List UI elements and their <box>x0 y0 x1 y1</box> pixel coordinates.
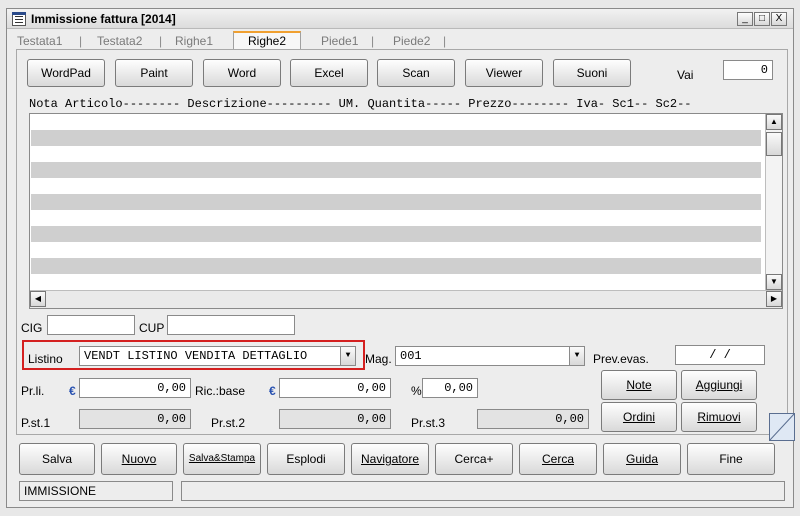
rows-grid[interactable]: ▲ ▼ ◀ ▶ <box>29 113 783 309</box>
rimuovi-button[interactable]: Rimuovi <box>681 402 757 432</box>
prli-input[interactable]: 0,00 <box>79 378 191 398</box>
prst2-field: 0,00 <box>279 409 391 429</box>
window-title: Immissione fattura [2014] <box>31 12 176 26</box>
chevron-down-icon[interactable]: ▼ <box>569 347 584 365</box>
listino-label: Listino <box>28 352 63 366</box>
prst3-field: 0,00 <box>477 409 589 429</box>
scroll-up-icon[interactable]: ▲ <box>766 114 782 130</box>
percent-label: % <box>411 384 422 398</box>
tab-separator: | <box>443 34 447 48</box>
close-icon[interactable]: X <box>771 12 787 26</box>
title-bar: Immissione fattura [2014] _ □ X <box>7 9 793 29</box>
chevron-down-icon[interactable]: ▼ <box>340 347 355 365</box>
tab-separator: | <box>371 34 375 48</box>
esplodi-button[interactable]: Esplodi <box>267 443 345 475</box>
tab-bar: Testata1 | Testata2 | Righe1 Righe2 Pied… <box>11 31 791 49</box>
wordpad-button[interactable]: WordPad <box>27 59 105 87</box>
scroll-left-icon[interactable]: ◀ <box>30 291 46 307</box>
tab-righe1[interactable]: Righe1 <box>175 34 213 48</box>
righe2-panel: WordPad Paint Word Excel Scan Viewer Suo… <box>16 49 795 441</box>
cig-input[interactable] <box>47 315 135 335</box>
mag-value: 001 <box>400 349 422 363</box>
navigatore-button[interactable]: Navigatore <box>351 443 429 475</box>
tab-separator: | <box>79 34 83 48</box>
app-document-icon <box>12 12 26 26</box>
listino-select[interactable]: VENDT LISTINO VENDITA DETTAGLIO ▼ <box>79 346 356 366</box>
status-mode: IMMISSIONE <box>19 481 173 501</box>
status-message <box>181 481 785 501</box>
tab-piede2[interactable]: Piede2 <box>393 34 430 48</box>
vai-input[interactable]: 0 <box>723 60 773 80</box>
prev-evas-label: Prev.evas. <box>593 352 649 366</box>
vertical-scrollbar[interactable]: ▲ ▼ <box>765 114 782 290</box>
viewer-button[interactable]: Viewer <box>465 59 543 87</box>
cup-label: CUP <box>139 321 165 335</box>
note-button[interactable]: Note <box>601 370 677 400</box>
scroll-right-icon[interactable]: ▶ <box>766 291 782 307</box>
prli-label: Pr.li. <box>21 384 45 398</box>
fine-button[interactable]: Fine <box>687 443 775 475</box>
prst1-label: P.st.1 <box>21 416 51 430</box>
scroll-thumb[interactable] <box>766 132 782 156</box>
scan-button[interactable]: Scan <box>377 59 455 87</box>
ric-base-label: Ric.:base <box>195 384 246 398</box>
resize-corner-icon <box>769 413 795 441</box>
tab-testata1[interactable]: Testata1 <box>17 34 62 48</box>
ordini-button[interactable]: Ordini <box>601 402 677 432</box>
paint-button[interactable]: Paint <box>115 59 193 87</box>
minimize-icon[interactable]: _ <box>737 12 753 26</box>
grid-row[interactable] <box>31 194 761 210</box>
listino-value: VENDT LISTINO VENDITA DETTAGLIO <box>84 349 308 363</box>
cerca-button[interactable]: Cerca <box>519 443 597 475</box>
suoni-button[interactable]: Suoni <box>553 59 631 87</box>
salva-button[interactable]: Salva <box>19 443 95 475</box>
main-window: Immissione fattura [2014] _ □ X Testata1… <box>6 8 795 508</box>
grid-row[interactable] <box>31 130 761 146</box>
cup-input[interactable] <box>167 315 295 335</box>
tab-righe2[interactable]: Righe2 <box>233 31 302 49</box>
euro-icon: € <box>69 384 76 398</box>
tab-separator: | <box>159 34 163 48</box>
maximize-icon[interactable]: □ <box>754 12 770 26</box>
grid-row[interactable] <box>31 226 761 242</box>
ric-base-input[interactable]: 0,00 <box>279 378 391 398</box>
grid-column-header: Nota Articolo-------- Descrizione-------… <box>29 97 692 111</box>
cerca-plus-button[interactable]: Cerca+ <box>435 443 513 475</box>
aggiungi-button[interactable]: Aggiungi <box>681 370 757 400</box>
nuovo-button[interactable]: Nuovo <box>101 443 177 475</box>
horizontal-scrollbar[interactable]: ◀ ▶ <box>30 290 782 308</box>
mag-select[interactable]: 001 ▼ <box>395 346 585 366</box>
mag-label: Mag. <box>365 352 392 366</box>
tab-testata2[interactable]: Testata2 <box>97 34 142 48</box>
euro-icon: € <box>269 384 276 398</box>
guida-button[interactable]: Guida <box>603 443 681 475</box>
excel-button[interactable]: Excel <box>290 59 368 87</box>
prst1-field: 0,00 <box>79 409 191 429</box>
scroll-down-icon[interactable]: ▼ <box>766 274 782 290</box>
prev-evas-input[interactable]: / / <box>675 345 765 365</box>
vai-label: Vai <box>677 68 694 82</box>
grid-row[interactable] <box>31 258 761 274</box>
salva-stampa-button[interactable]: Salva&Stampa <box>183 443 261 475</box>
cig-label: CIG <box>21 321 43 335</box>
grid-row[interactable] <box>31 162 761 178</box>
percent-input[interactable]: 0,00 <box>422 378 478 398</box>
word-button[interactable]: Word <box>203 59 281 87</box>
window-controls: _ □ X <box>737 12 787 26</box>
tab-piede1[interactable]: Piede1 <box>321 34 358 48</box>
prst2-label: Pr.st.2 <box>211 416 246 430</box>
prst3-label: Pr.st.3 <box>411 416 446 430</box>
